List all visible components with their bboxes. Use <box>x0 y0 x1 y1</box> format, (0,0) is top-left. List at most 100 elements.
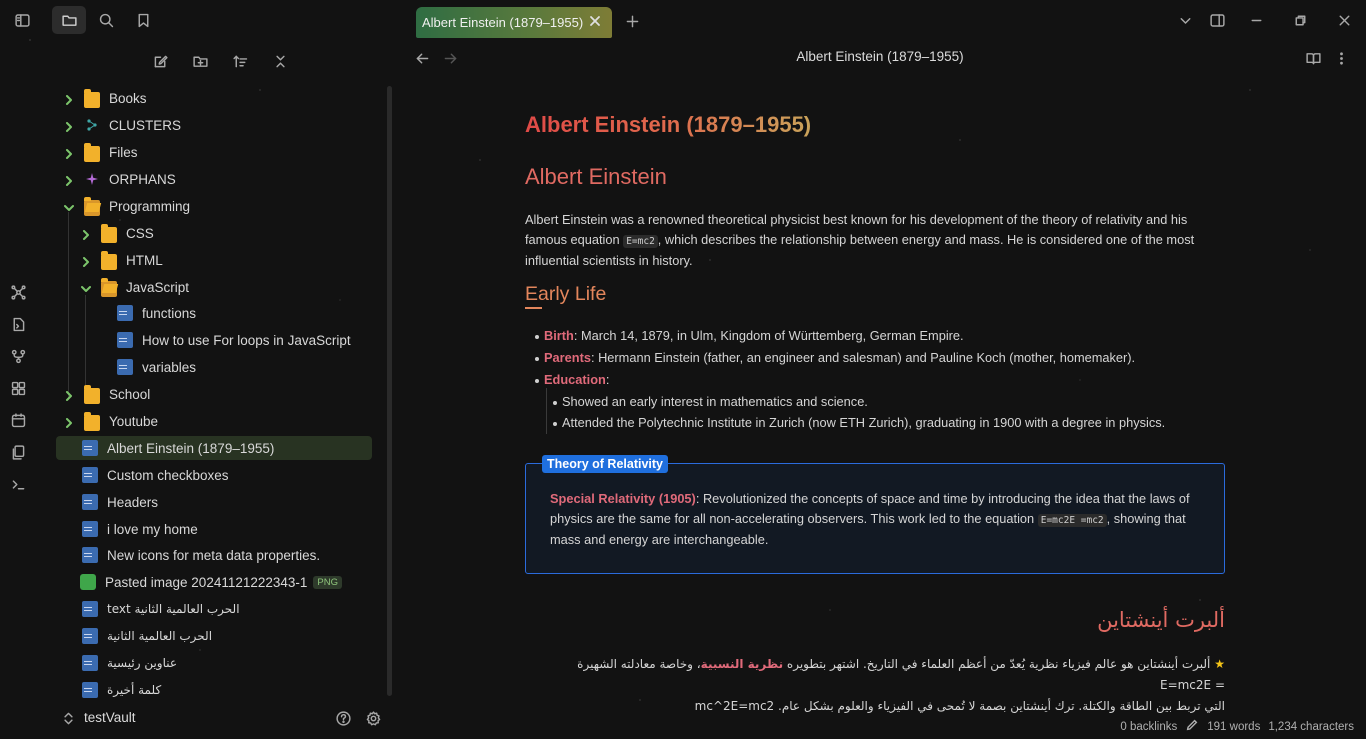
tree-file-new-icons[interactable]: New icons for meta data properties. <box>80 543 320 567</box>
bullet <box>553 421 557 426</box>
new-tab-icon[interactable] <box>618 7 646 35</box>
toggle-sidebar-icon[interactable] <box>8 6 36 34</box>
file-icon <box>82 467 98 483</box>
help-icon[interactable] <box>329 704 357 732</box>
inline-code: E=mc2E =mc2 <box>1037 513 1107 527</box>
chevron-down-icon <box>64 201 74 211</box>
file-explorer-icon[interactable] <box>52 6 86 34</box>
tree-item-label: Albert Einstein (1879–1955) <box>107 440 275 456</box>
tree-file-text-ww2[interactable]: text الحرب العالمية الثانية <box>80 597 240 621</box>
settings-gear-icon[interactable] <box>359 704 387 732</box>
list-value: : <box>605 372 610 387</box>
tree-file-custom-checkboxes[interactable]: Custom checkboxes <box>80 463 229 487</box>
inline-code: E=mc2 <box>623 234 658 248</box>
new-note-icon[interactable] <box>146 47 174 75</box>
chevron-right-icon <box>81 255 91 267</box>
file-icon <box>117 359 133 375</box>
folder-icon <box>84 88 100 108</box>
tree-folder-javascript[interactable]: JavaScript <box>81 275 189 299</box>
heading-h3: Early Life <box>525 283 607 305</box>
tree-file-last-word[interactable]: كلمة أخيرة <box>80 678 161 700</box>
chevron-right-icon <box>64 416 74 428</box>
arabic-text: ألبرت أينشتاين هو عالم فيزياء نظرية يُعد… <box>783 657 1211 671</box>
edit-mode-icon[interactable] <box>1185 718 1199 735</box>
navigate-forward-icon[interactable] <box>436 44 464 72</box>
callout-title[interactable]: Theory of Relativity <box>542 455 668 473</box>
folder-open-icon <box>101 277 117 297</box>
calendar-icon[interactable] <box>4 406 32 434</box>
minimize-icon[interactable] <box>1242 6 1270 34</box>
bullet <box>535 356 539 361</box>
tree-item-label: text الحرب العالمية الثانية <box>107 602 240 616</box>
sparkle-icon <box>84 171 100 187</box>
bookmark-icon[interactable] <box>129 6 157 34</box>
intro-paragraph: Albert Einstein was a renowned theoretic… <box>525 210 1215 271</box>
tree-folder-youtube[interactable]: Youtube <box>64 409 158 433</box>
search-icon[interactable] <box>92 6 120 34</box>
list-value: Attended the Polytechnic Institute in Zu… <box>562 415 1166 430</box>
tree-file-ww2[interactable]: الحرب العالمية الثانية <box>80 624 212 648</box>
collapse-all-icon[interactable] <box>266 47 294 75</box>
tree-item-label: functions <box>142 305 197 321</box>
tree-file-pasted-image[interactable]: Pasted image 20241121222343-1 PNG <box>80 570 343 594</box>
tree-folder-school[interactable]: School <box>64 382 150 406</box>
graph-view-icon[interactable] <box>4 278 32 306</box>
file-icon <box>117 332 133 348</box>
tree-item-label: JavaScript <box>126 279 190 295</box>
list-item: Education: <box>535 372 609 387</box>
tree-file-i-love-my-home[interactable]: i love my home <box>80 517 198 541</box>
folder-icon <box>84 142 100 162</box>
file-icon <box>82 547 98 563</box>
tree-file-albert-einstein[interactable]: Albert Einstein (1879–1955) <box>56 436 372 460</box>
chevron-right-icon <box>64 174 74 186</box>
tree-item-label: Headers <box>107 494 159 510</box>
tree-file-headers[interactable]: Headers <box>80 490 158 514</box>
note-header-title[interactable]: Albert Einstein (1879–1955) <box>680 49 1080 64</box>
tree-file-main-headings[interactable]: عناوين رئيسية <box>80 651 177 675</box>
tree-folder-html[interactable]: HTML <box>81 248 163 272</box>
callout-body: Special Relativity (1905): Revolutionize… <box>550 489 1215 550</box>
arabic-key: نظرية النسبية <box>700 657 784 671</box>
chevron-right-icon <box>64 120 74 132</box>
tree-folder-programming[interactable]: Programming <box>64 194 190 218</box>
tree-folder-files[interactable]: Files <box>64 140 138 164</box>
tab-active-note[interactable]: Albert Einstein (1879–1955) <box>416 7 612 38</box>
sidebar-scrollbar[interactable] <box>387 86 392 696</box>
folder-icon <box>84 411 100 431</box>
backlinks-count[interactable]: 0 backlinks <box>1120 721 1177 733</box>
file-icon <box>82 494 98 510</box>
toggle-right-sidebar-icon[interactable] <box>1203 6 1231 34</box>
tree-item-label: i love my home <box>107 521 198 537</box>
tree-folder-css[interactable]: CSS <box>81 221 154 245</box>
tab-list-chevron-icon[interactable] <box>1171 6 1199 34</box>
canvas-icon[interactable] <box>4 374 32 402</box>
tree-folder-clusters[interactable]: CLUSTERS <box>64 113 181 137</box>
arabic-paragraph: ★ ألبرت أينشتاين هو عالم فيزياء نظرية يُ… <box>565 654 1225 717</box>
chevron-down-icon <box>81 282 91 292</box>
list-item: Parents: Hermann Einstein (father, an en… <box>535 350 1135 365</box>
close-window-icon[interactable] <box>1330 6 1358 34</box>
tree-file-functions[interactable]: functions <box>115 301 196 325</box>
new-folder-icon[interactable] <box>186 47 214 75</box>
tree-file-variables[interactable]: variables <box>115 355 196 379</box>
close-tab-icon[interactable] <box>588 14 604 30</box>
tree-file-for-loops[interactable]: How to use For loops in JavaScript <box>115 328 351 352</box>
tree-folder-orphans[interactable]: ORPHANS <box>64 167 176 191</box>
branch-icon[interactable] <box>4 342 32 370</box>
star-icon: ★ <box>1214 657 1225 671</box>
random-note-icon[interactable] <box>4 310 32 338</box>
callout-key: Special Relativity (1905) <box>550 491 696 506</box>
image-icon <box>80 574 96 590</box>
tree-folder-books[interactable]: Books <box>64 86 147 110</box>
more-options-icon[interactable] <box>1327 44 1355 72</box>
templates-icon[interactable] <box>4 438 32 466</box>
folder-open-icon <box>84 196 100 216</box>
reading-view-icon[interactable] <box>1299 44 1327 72</box>
vault-name: testVault <box>84 710 136 725</box>
restore-window-icon[interactable] <box>1286 6 1314 34</box>
folder-icon <box>101 250 117 270</box>
terminal-icon[interactable] <box>4 470 32 498</box>
navigate-back-icon[interactable] <box>408 44 436 72</box>
sort-icon[interactable] <box>226 47 254 75</box>
file-icon <box>82 682 98 698</box>
